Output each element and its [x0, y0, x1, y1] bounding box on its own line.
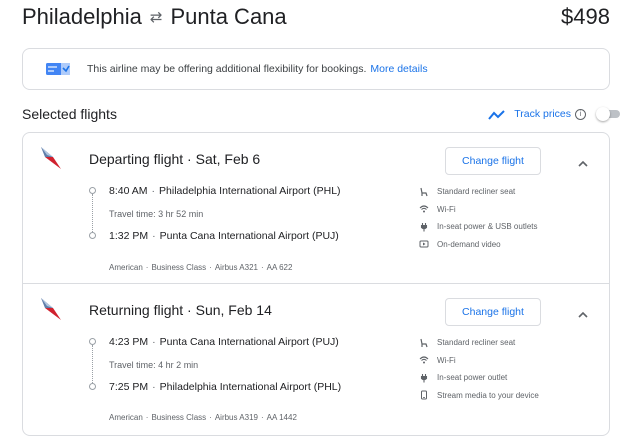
amenity-wifi: Wi-Fi [419, 201, 599, 219]
departure-segment: 4:23 PM · Punta Cana International Airport… [109, 336, 339, 348]
track-prices-toggle[interactable] [596, 107, 620, 121]
aircraft-type: Airbus A321 [214, 263, 258, 272]
separator: · [151, 185, 156, 197]
amenity-power: In-seat power outlet [419, 369, 599, 387]
wifi-icon [419, 355, 429, 365]
notice-message: This airline may be offering additional … [87, 63, 367, 75]
cabin-class: Business Class [151, 263, 207, 272]
track-prices-control: Track prices i [488, 104, 620, 124]
amenity-label: On-demand video [437, 239, 501, 249]
departure-time: 4:23 PM [109, 336, 149, 348]
airline-name: American [109, 413, 143, 422]
arrival-dot [89, 383, 96, 390]
amenity-power: In-seat power & USB outlets [419, 218, 599, 236]
timeline-line [92, 194, 93, 232]
separator: · [260, 263, 264, 272]
change-returning-flight-button[interactable]: Change flight [445, 298, 541, 326]
separator: · [260, 413, 264, 422]
american-airlines-logo-icon [39, 145, 63, 171]
departure-dot [89, 338, 96, 345]
flight-details: American · Business Class · Airbus A319 · AA 1… [109, 413, 297, 422]
amenity-streaming: Stream media to your device [419, 387, 599, 405]
amenity-label: Stream media to your device [437, 390, 539, 400]
separator: · [152, 336, 156, 348]
chevron-up-icon[interactable] [577, 306, 589, 318]
amenity-label: Wi-Fi [437, 204, 456, 214]
amenity-seat: Standard recliner seat [419, 183, 599, 201]
travel-duration: Travel time: 3 hr 52 min [109, 209, 204, 219]
separator: · [209, 413, 212, 422]
change-departing-flight-button[interactable]: Change flight [445, 147, 541, 175]
departing-flight-card: Departing flight · Sat, Feb 6 Change fli… [22, 132, 610, 284]
amenities-list: Standard recliner seat Wi-Fi In-seat pow… [419, 183, 599, 253]
selected-flights-heading: Selected flights [22, 106, 117, 122]
departure-airport: Philadelphia International Airport (PHL) [159, 185, 341, 197]
separator: · [152, 381, 156, 393]
origin-city: Philadelphia [22, 4, 142, 29]
amenity-label: Standard recliner seat [437, 187, 516, 197]
separator: · [145, 263, 149, 272]
amenity-label: Standard recliner seat [437, 338, 516, 348]
arrival-airport: Punta Cana International Airport (PUJ) [159, 230, 339, 242]
separator: · [152, 230, 156, 242]
arrival-airport: Philadelphia International Airport (PHL) [159, 381, 342, 393]
power-plug-icon [419, 222, 429, 232]
destination-city: Punta Cana [170, 4, 287, 29]
info-icon[interactable]: i [575, 108, 586, 120]
trend-chart-icon [488, 108, 506, 120]
separator: · [209, 263, 212, 272]
arrival-segment: 1:32 PM · Punta Cana International Airport… [109, 230, 339, 242]
flexibility-notice: This airline may be offering additional … [22, 48, 610, 90]
flight-number: AA 622 [266, 263, 293, 272]
amenity-seat: Standard recliner seat [419, 334, 599, 352]
departure-airport: Punta Cana International Airport (PUJ) [159, 336, 339, 348]
notice-text: This airline may be offering additional … [87, 63, 428, 75]
arrival-dot [89, 232, 96, 239]
wifi-icon [419, 204, 429, 214]
flight-details: American · Business Class · Airbus A321 · AA 6… [109, 263, 292, 272]
more-details-link[interactable]: More details [370, 63, 427, 75]
american-airlines-logo-icon [39, 296, 63, 322]
aircraft-type: Airbus A319 [214, 413, 258, 422]
amenity-wifi: Wi-Fi [419, 352, 599, 370]
airline-name: American [109, 263, 143, 272]
power-plug-icon [419, 373, 429, 383]
cabin-class: Business Class [151, 413, 207, 422]
flight-timeline [89, 336, 96, 390]
amenities-list: Standard recliner seat Wi-Fi In-seat pow… [419, 334, 599, 404]
departure-segment: 8:40 AM · Philadelphia International Airpo… [109, 185, 341, 197]
timeline-line [92, 345, 93, 383]
trip-header: Philadelphia ⇄ Punta Cana $498 [22, 4, 610, 32]
arrival-time: 1:32 PM [109, 230, 149, 242]
ticket-icon [45, 60, 71, 78]
arrival-time: 7:25 PM [109, 381, 149, 393]
arrival-segment: 7:25 PM · Philadelphia International Airpo… [109, 381, 341, 393]
amenity-label: In-seat power outlet [437, 373, 508, 383]
toggle-knob [596, 107, 610, 121]
device-stream-icon [419, 390, 429, 400]
amenity-video: On-demand video [419, 236, 599, 254]
chevron-up-icon[interactable] [577, 155, 589, 167]
returning-title: Returning flight · Sun, Feb 14 [89, 302, 272, 318]
video-icon [419, 239, 429, 249]
flight-number: AA 1442 [266, 413, 297, 422]
total-price: $498 [561, 4, 610, 29]
route-title: Philadelphia ⇄ Punta Cana [22, 4, 287, 30]
amenity-label: Wi-Fi [437, 355, 456, 365]
seat-icon [419, 338, 429, 348]
returning-flight-card: Returning flight · Sun, Feb 14 Change fl… [22, 283, 610, 436]
departing-title: Departing flight · Sat, Feb 6 [89, 151, 261, 167]
amenity-label: In-seat power & USB outlets [437, 222, 538, 232]
departure-time: 8:40 AM [109, 185, 148, 197]
track-prices-label[interactable]: Track prices [514, 108, 571, 120]
flight-timeline [89, 185, 96, 239]
seat-icon [419, 187, 429, 197]
departure-dot [89, 187, 96, 194]
swap-arrows-icon: ⇄ [149, 9, 163, 26]
separator: · [145, 413, 149, 422]
travel-duration: Travel time: 4 hr 2 min [109, 360, 199, 370]
